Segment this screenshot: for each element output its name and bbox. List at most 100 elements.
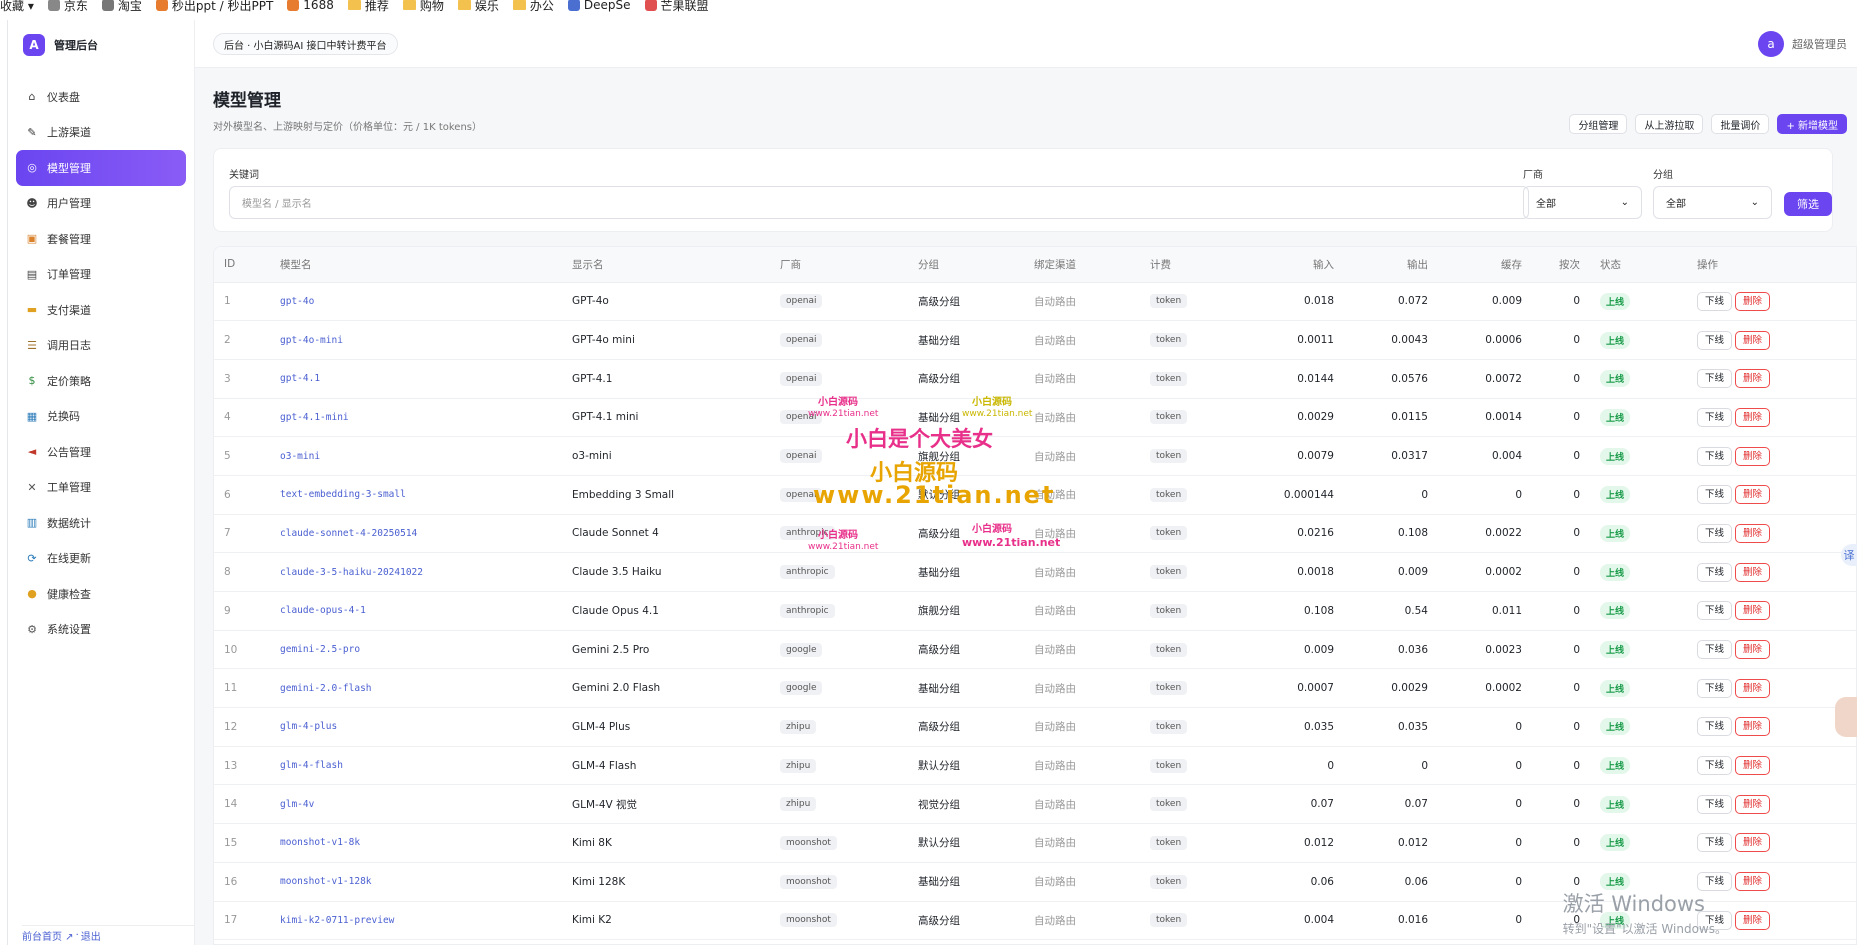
group-manage-button[interactable]: 分组管理 [1569, 114, 1628, 134]
batch-price-button[interactable]: 批量调价 [1711, 114, 1770, 134]
status-cell: 上线 [1590, 475, 1687, 515]
tag-badge: openai [780, 449, 823, 464]
tag-badge: token [1150, 487, 1188, 502]
sidebar-item[interactable]: ▬ 支付渠道 [16, 292, 186, 328]
sidebar-item[interactable]: ⚙ 系统设置 [16, 612, 186, 648]
delete-button[interactable]: 删除 [1735, 523, 1771, 543]
group-select[interactable]: 全部 ⌄ [1653, 186, 1772, 219]
delete-button[interactable]: 删除 [1735, 872, 1771, 892]
status-cell: 上线 [1590, 398, 1687, 438]
models-table-card: ID 模型名 显示名 厂商 分组 绑定渠道 计费 输入 输出 缓存 按次 状态 操作 1 gpt-4o GP… [213, 246, 1857, 945]
offline-button[interactable]: 下线 [1697, 833, 1733, 853]
delete-button[interactable]: 删除 [1735, 562, 1771, 582]
table-body: 1 gpt-4o GPT-4o openai 高级分组 自动路由 token 0.018 0.0… [214, 282, 1856, 941]
pull-upstream-button[interactable]: 从上游拉取 [1635, 114, 1704, 134]
brand-logo[interactable]: A 管理后台 [23, 34, 98, 56]
delete-button[interactable]: 删除 [1735, 485, 1771, 505]
delete-button[interactable]: 删除 [1735, 407, 1771, 427]
assistant-mascot-icon[interactable] [1835, 697, 1857, 737]
per-call-cell: 0 [1532, 552, 1590, 592]
offline-button[interactable]: 下线 [1697, 717, 1733, 737]
offline-button[interactable]: 下线 [1697, 678, 1733, 698]
add-model-button[interactable]: + 新增模型 [1777, 114, 1847, 134]
offline-button[interactable]: 下线 [1697, 601, 1733, 621]
bookmark-label: 收藏 ▾ [0, 0, 34, 13]
bookmark-item[interactable]: 办公 [512, 0, 554, 14]
sidebar-item[interactable]: ▤ 订单管理 [16, 257, 186, 293]
delete-button[interactable]: 删除 [1735, 910, 1771, 930]
sidebar-item[interactable]: ▥ 数据统计 [16, 505, 186, 541]
bookmark-item[interactable]: 秒出ppt / 秒出PPT [155, 0, 273, 14]
bookmark-item[interactable]: 1688 [287, 0, 334, 12]
offline-button[interactable]: 下线 [1697, 640, 1733, 660]
sidebar-item[interactable]: ▣ 套餐管理 [16, 221, 186, 257]
sidebar-item[interactable]: ✎ 上游渠道 [16, 115, 186, 151]
status-cell: 上线 [1590, 784, 1687, 825]
sidebar-item[interactable]: ⟳ 在线更新 [16, 541, 186, 577]
sidebar-item[interactable]: ⌂ 仪表盘 [16, 79, 186, 115]
sidebar-item[interactable]: ☻ 用户管理 [16, 186, 186, 222]
model-name-cell: glm-4v [270, 784, 562, 825]
billing-cell: token [1140, 282, 1256, 322]
bookmark-item[interactable]: DeepSe [567, 0, 631, 12]
delete-button[interactable]: 删除 [1735, 369, 1771, 389]
sidebar-item-label: 系统设置 [47, 623, 91, 637]
model-name-cell: gpt-4o-mini [270, 320, 562, 360]
delete-button[interactable]: 删除 [1735, 756, 1771, 776]
output-price-cell: 0.012 [1344, 823, 1438, 863]
breadcrumb: 后台 · 小白源码AI 接口中转计费平台 [213, 33, 398, 55]
bookmark-item[interactable]: 推荐 [347, 0, 389, 14]
offline-button[interactable]: 下线 [1697, 291, 1733, 311]
vendor-cell: openai [770, 359, 908, 399]
delete-button[interactable]: 删除 [1735, 678, 1771, 698]
filter-submit-button[interactable]: 筛选 [1784, 192, 1832, 216]
keyword-input[interactable]: 模型名 / 显示名 [229, 186, 1529, 219]
delete-button[interactable]: 删除 [1735, 446, 1771, 466]
bookmark-item[interactable]: 购物 [402, 0, 444, 14]
delete-button[interactable]: 删除 [1735, 833, 1771, 853]
sidebar-item[interactable]: $ 定价策略 [16, 363, 186, 399]
sidebar-item[interactable]: ▦ 兑换码 [16, 399, 186, 435]
sidebar-item[interactable]: ● 健康检查 [16, 576, 186, 612]
sidebar-item[interactable]: ✕ 工单管理 [16, 470, 186, 506]
sidebar-item-label: 公告管理 [47, 445, 91, 459]
translate-icon[interactable]: 译 [1841, 544, 1857, 566]
offline-button[interactable]: 下线 [1697, 523, 1733, 543]
offline-button[interactable]: 下线 [1697, 562, 1733, 582]
output-price-cell: 0.06 [1344, 862, 1438, 902]
sidebar: A 管理后台 ⌂ 仪表盘 ✎ 上游渠道 ◎ 模型管理 ☻ 用户管理 ▣ 套餐管理 ▤ 订单管理 ▬ 支付渠… [8, 20, 195, 945]
avatar[interactable]: a [1758, 31, 1784, 57]
offline-button[interactable]: 下线 [1697, 485, 1733, 505]
sidebar-item[interactable]: ◎ 模型管理 [16, 150, 186, 186]
delete-button[interactable]: 删除 [1735, 717, 1771, 737]
delete-button[interactable]: 删除 [1735, 640, 1771, 660]
logout-link[interactable]: 退出 [81, 928, 101, 943]
delete-button[interactable]: 删除 [1735, 330, 1771, 350]
tag-badge: token [1150, 333, 1188, 348]
offline-button[interactable]: 下线 [1697, 407, 1733, 427]
offline-button[interactable]: 下线 [1697, 330, 1733, 350]
bookmark-item[interactable]: 淘宝 [101, 0, 142, 14]
bookmark-item[interactable]: 收藏 ▾ [0, 0, 34, 14]
bookmark-item[interactable]: 娱乐 [457, 0, 499, 14]
offline-button[interactable]: 下线 [1697, 446, 1733, 466]
cache-price-cell: 0 [1438, 823, 1532, 863]
delete-button[interactable]: 删除 [1735, 291, 1771, 311]
vendor-select[interactable]: 全部 ⌄ [1523, 186, 1642, 219]
tag-badge: token [1150, 449, 1188, 464]
bookmark-item[interactable]: 京东 [47, 0, 88, 14]
sidebar-item[interactable]: ☰ 调用日志 [16, 328, 186, 364]
offline-button[interactable]: 下线 [1697, 794, 1733, 814]
model-name-cell: text-embedding-3-small [270, 475, 562, 515]
offline-button[interactable]: 下线 [1697, 369, 1733, 389]
delete-button[interactable]: 删除 [1735, 601, 1771, 621]
table-row: 1 gpt-4o GPT-4o openai 高级分组 自动路由 token 0.018 0.0… [214, 282, 1856, 322]
bookmark-item[interactable]: 芒果联盟 [644, 0, 709, 14]
group-cell: 基础分组 [908, 398, 1024, 438]
frontend-home-link[interactable]: 前台首页 ↗ [22, 928, 74, 943]
offline-button[interactable]: 下线 [1697, 756, 1733, 776]
user-menu[interactable]: a 超级管理员 [1758, 31, 1847, 57]
tag-badge: token [1150, 294, 1188, 309]
delete-button[interactable]: 删除 [1735, 794, 1771, 814]
sidebar-item[interactable]: ◄ 公告管理 [16, 434, 186, 470]
